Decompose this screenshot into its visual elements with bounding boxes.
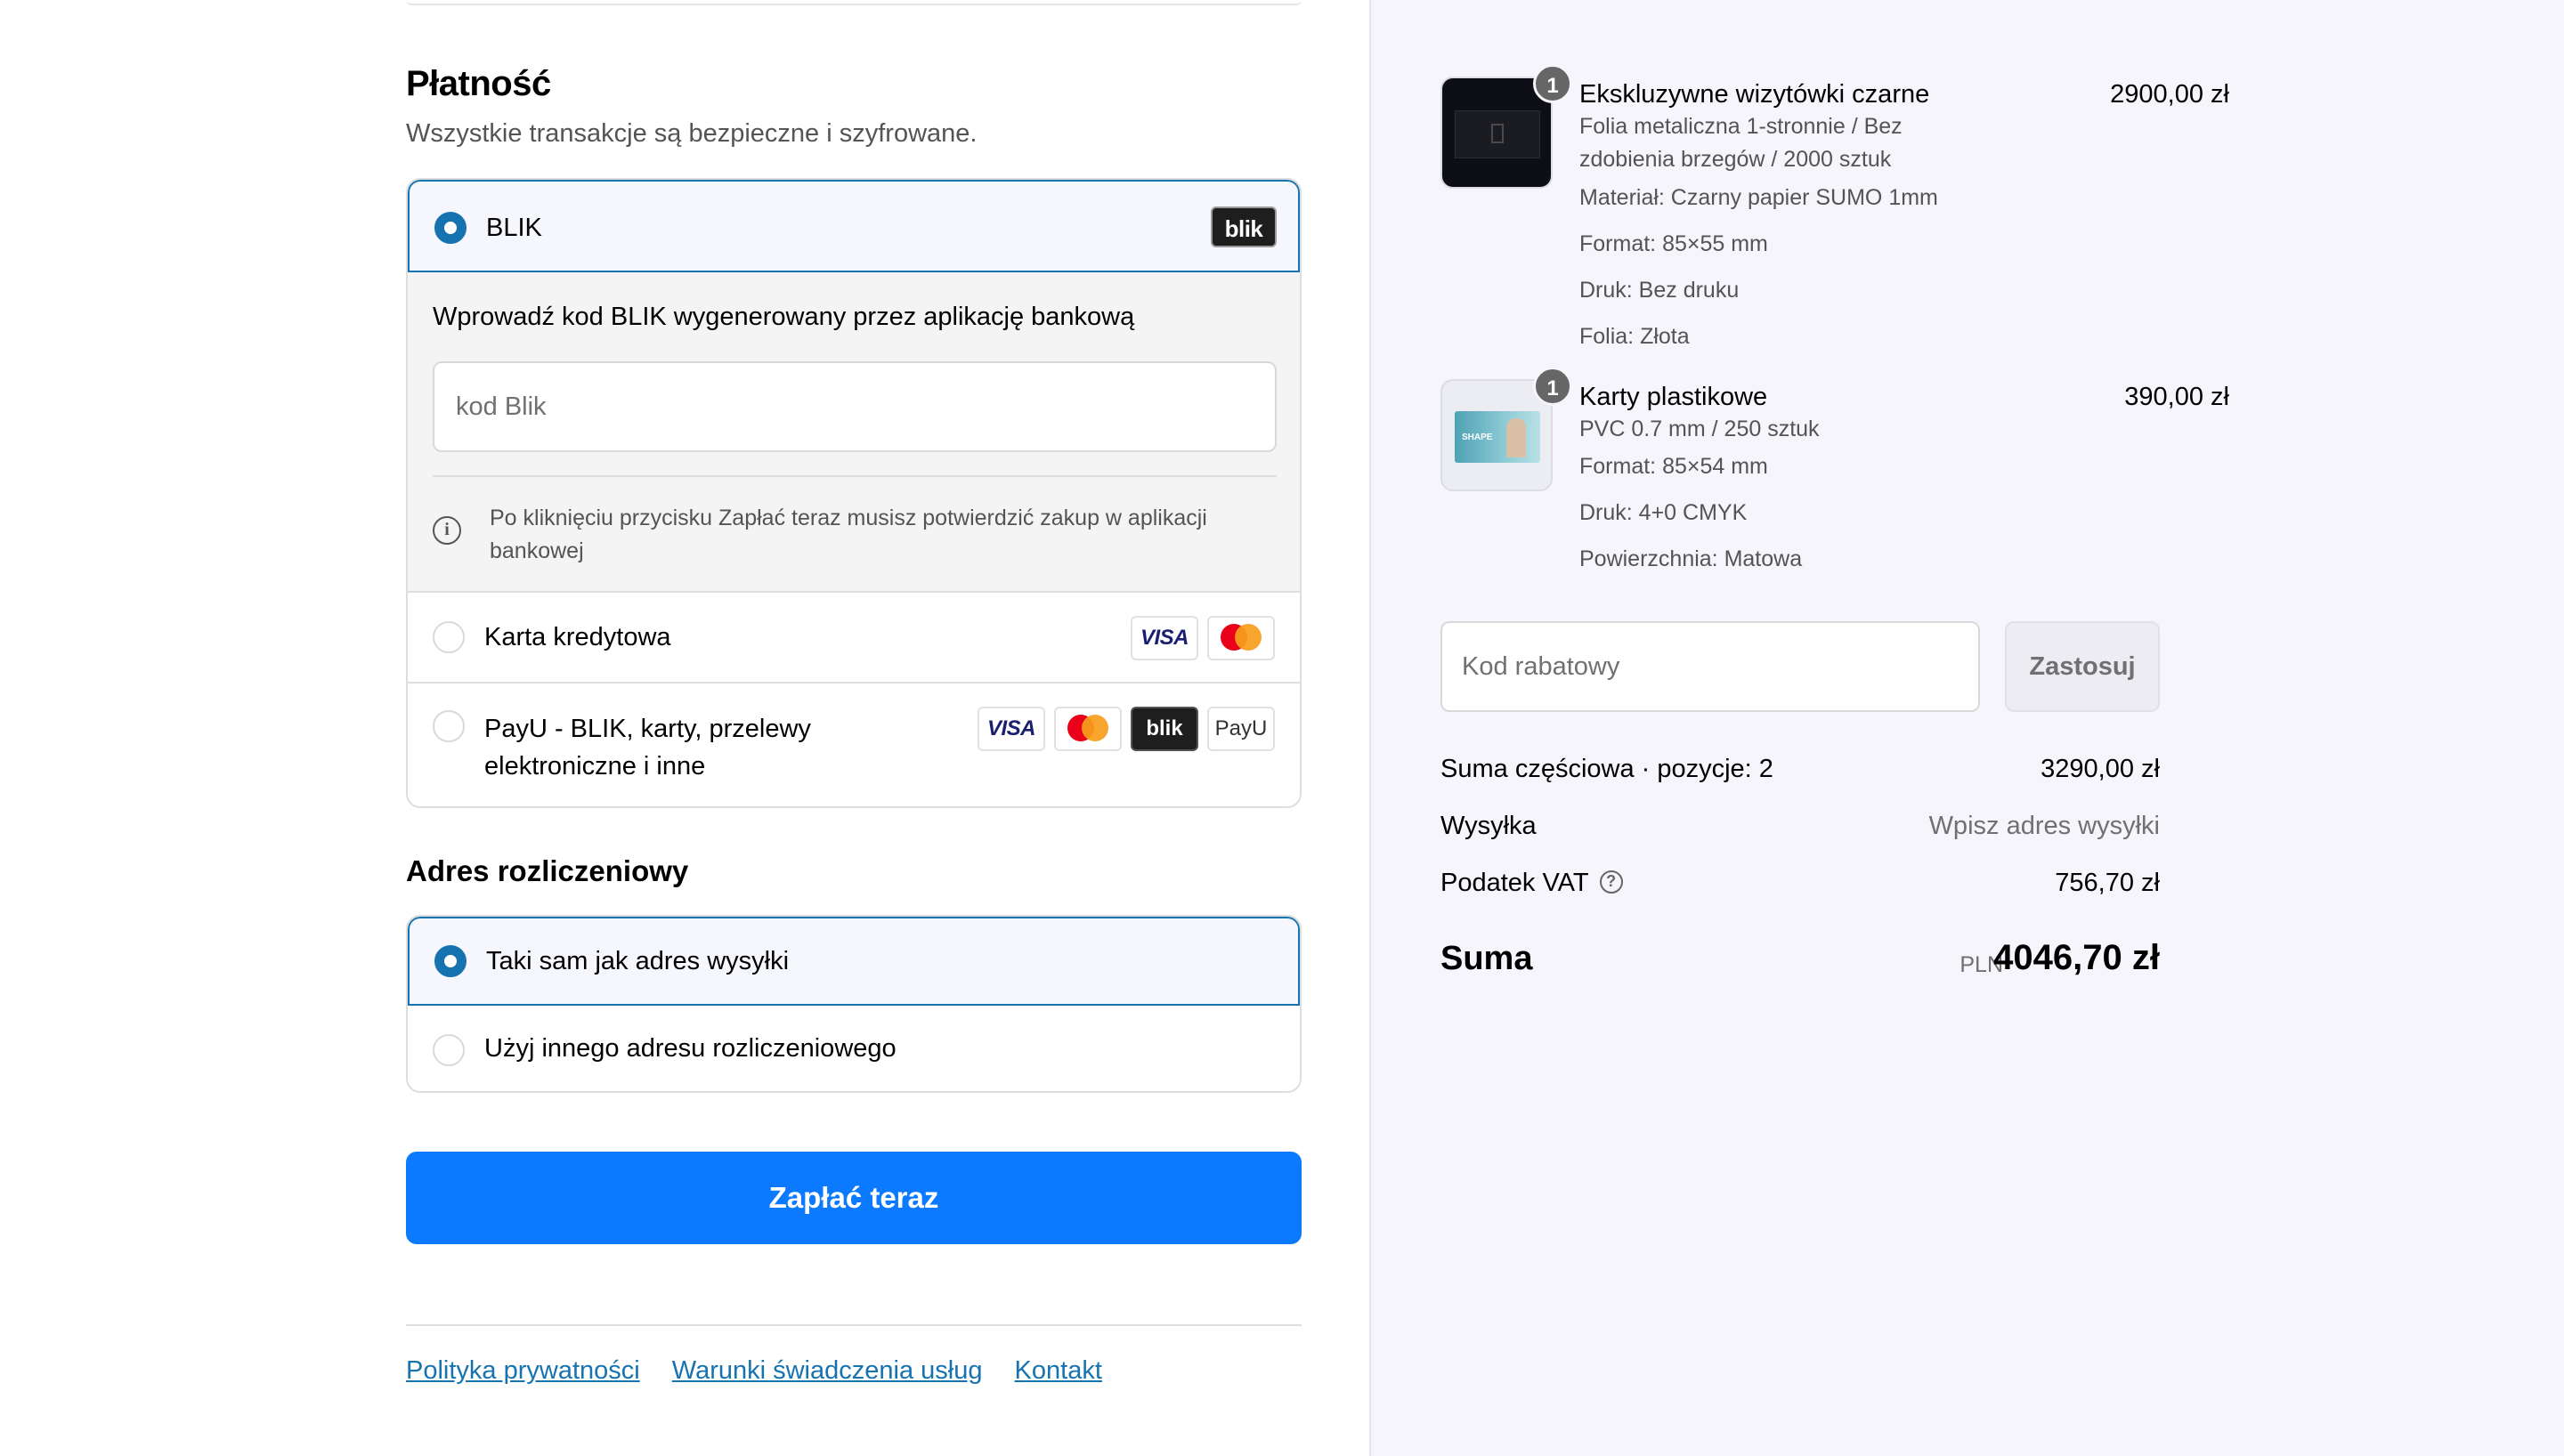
payu-radio[interactable] bbox=[433, 710, 465, 742]
blik-info-text: Po kliknięciu przycisku Zapłać teraz mus… bbox=[490, 506, 1207, 563]
billing-option-other[interactable]: Użyj innego adresu rozliczeniowego bbox=[408, 1006, 1300, 1091]
item-variant: PVC 0.7 mm / 250 sztuk bbox=[1579, 417, 1820, 441]
item-title: Ekskluzywne wizytówki czarne bbox=[1579, 80, 1930, 109]
divider bbox=[433, 475, 1277, 477]
item-detail: Format: 85×55 mm bbox=[1579, 231, 1768, 256]
item-detail: Powierzchnia: Matowa bbox=[1579, 546, 1803, 571]
subtotal-value: 3290,00 zł bbox=[2041, 755, 2160, 783]
checkout-main: Płatność Wszystkie transakcje są bezpiec… bbox=[0, 0, 1369, 1456]
quantity-badge: 1 bbox=[1533, 367, 1572, 406]
payment-heading: Płatność bbox=[406, 64, 551, 103]
visa-icon: VISA bbox=[1131, 616, 1198, 660]
blik-icon: blik bbox=[1131, 707, 1198, 751]
payu-icon: PayU bbox=[1207, 707, 1275, 751]
previous-section-edge bbox=[406, 0, 1302, 5]
blik-panel: Wprowadź kod BLIK wygenerowany przez apl… bbox=[408, 272, 1300, 593]
billing-option-same[interactable]: Taki sam jak adres wysyłki bbox=[408, 917, 1300, 1006]
payment-methods: BLIK blik Wprowadź kod BLIK wygenerowany… bbox=[406, 178, 1302, 808]
terms-of-service-link[interactable]: Warunki świadczenia usług bbox=[672, 1356, 983, 1385]
billing-same-radio[interactable] bbox=[434, 945, 467, 977]
help-icon[interactable]: ? bbox=[1599, 870, 1623, 894]
billing-same-label: Taki sam jak adres wysyłki bbox=[486, 947, 790, 975]
item-detail: Format: 85×54 mm bbox=[1579, 454, 1768, 479]
item-detail: Materiał: Czarny papier SUMO 1mm bbox=[1579, 185, 1938, 210]
item-detail: Druk: Bez druku bbox=[1579, 278, 1740, 303]
billing-options: Taki sam jak adres wysyłki Użyj innego a… bbox=[406, 915, 1302, 1093]
mastercard-icon bbox=[1054, 707, 1122, 751]
card-radio[interactable] bbox=[433, 621, 465, 653]
footer-divider bbox=[406, 1324, 1302, 1326]
visa-icon: VISA bbox=[978, 707, 1045, 751]
tax-label: Podatek VAT bbox=[1440, 869, 1589, 897]
billing-other-label: Użyj innego adresu rozliczeniowego bbox=[484, 1034, 897, 1063]
card-label: Karta kredytowa bbox=[484, 623, 671, 651]
privacy-policy-link[interactable]: Polityka prywatności bbox=[406, 1356, 640, 1385]
item-price: 390,00 zł bbox=[2124, 383, 2229, 411]
item-price: 2900,00 zł bbox=[2110, 80, 2229, 109]
subtotal-label: Suma częściowa · pozycje: 2 bbox=[1440, 755, 1773, 783]
discount-code-input[interactable] bbox=[1440, 621, 1980, 712]
footer-links: Polityka prywatności Warunki świadczenia… bbox=[406, 1356, 1127, 1386]
payment-subheading: Wszystkie transakcje są bezpieczne i szy… bbox=[406, 119, 978, 148]
shipping-value: Wpisz adres wysyłki bbox=[1928, 812, 2160, 840]
total-value: 4046,70 zł bbox=[1993, 938, 2160, 977]
item-variant: Folia metaliczna 1-stronnie / Bez zdobie… bbox=[1579, 114, 1903, 172]
apply-discount-button[interactable]: Zastosuj bbox=[2005, 621, 2160, 712]
payment-option-blik[interactable]: BLIK blik bbox=[408, 180, 1300, 272]
mastercard-icon bbox=[1207, 616, 1275, 660]
contact-link[interactable]: Kontakt bbox=[1015, 1356, 1102, 1385]
item-title: Karty plastikowe bbox=[1579, 383, 1768, 411]
blik-radio[interactable] bbox=[434, 212, 467, 244]
blik-label: BLIK bbox=[486, 214, 542, 242]
info-icon: i bbox=[433, 516, 461, 545]
total-label: Suma bbox=[1440, 940, 1533, 977]
pay-now-button[interactable]: Zapłać teraz bbox=[406, 1152, 1302, 1244]
order-summary: 1 Ekskluzywne wizytówki czarne 2900,00 z… bbox=[1369, 0, 2564, 1456]
payment-option-card[interactable]: Karta kredytowa VISA bbox=[408, 593, 1300, 684]
shipping-label: Wysyłka bbox=[1440, 812, 1537, 840]
blik-code-input[interactable] bbox=[433, 361, 1277, 452]
quantity-badge: 1 bbox=[1533, 64, 1572, 103]
blik-instruction: Wprowadź kod BLIK wygenerowany przez apl… bbox=[433, 303, 1135, 331]
item-detail: Folia: Złota bbox=[1579, 324, 1690, 349]
billing-heading: Adres rozliczeniowy bbox=[406, 854, 689, 887]
billing-other-radio[interactable] bbox=[433, 1034, 465, 1066]
order-item: SHAPE 1 Karty plastikowe 390,00 zł PVC 0… bbox=[1440, 367, 2229, 593]
blik-logo-icon: blik bbox=[1211, 206, 1277, 247]
tax-value: 756,70 zł bbox=[2055, 869, 2160, 897]
order-item: 1 Ekskluzywne wizytówki czarne 2900,00 z… bbox=[1440, 64, 2229, 361]
payu-label: PayU - BLIK, karty, przelewy elektronicz… bbox=[484, 715, 811, 781]
item-detail: Druk: 4+0 CMYK bbox=[1579, 500, 1748, 525]
payment-option-payu[interactable]: PayU - BLIK, karty, przelewy elektronicz… bbox=[408, 684, 1300, 806]
total-row: Suma PLN 4046,70 zł bbox=[1440, 936, 2160, 986]
